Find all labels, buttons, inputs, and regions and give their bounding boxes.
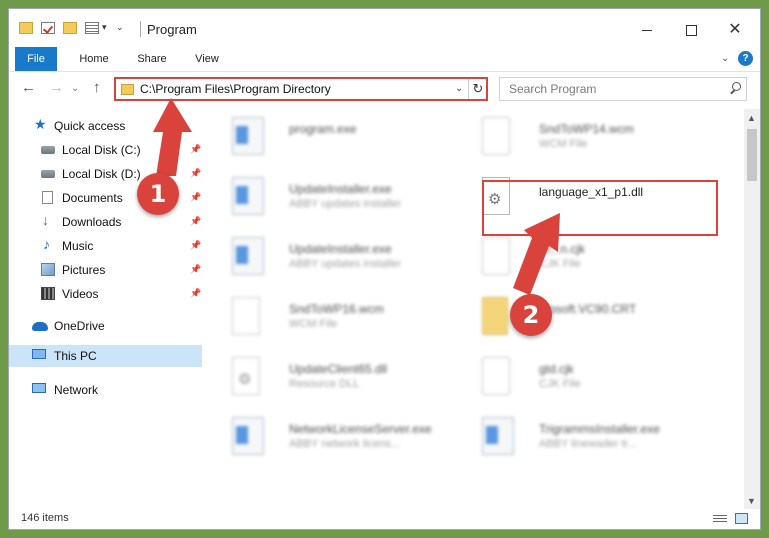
arrow-2 <box>513 213 560 295</box>
arrow-1 <box>153 98 192 176</box>
annotation-overlay <box>153 98 560 295</box>
step-badge-2: 2 <box>510 294 552 336</box>
step-badge-1: 1 <box>137 173 179 215</box>
